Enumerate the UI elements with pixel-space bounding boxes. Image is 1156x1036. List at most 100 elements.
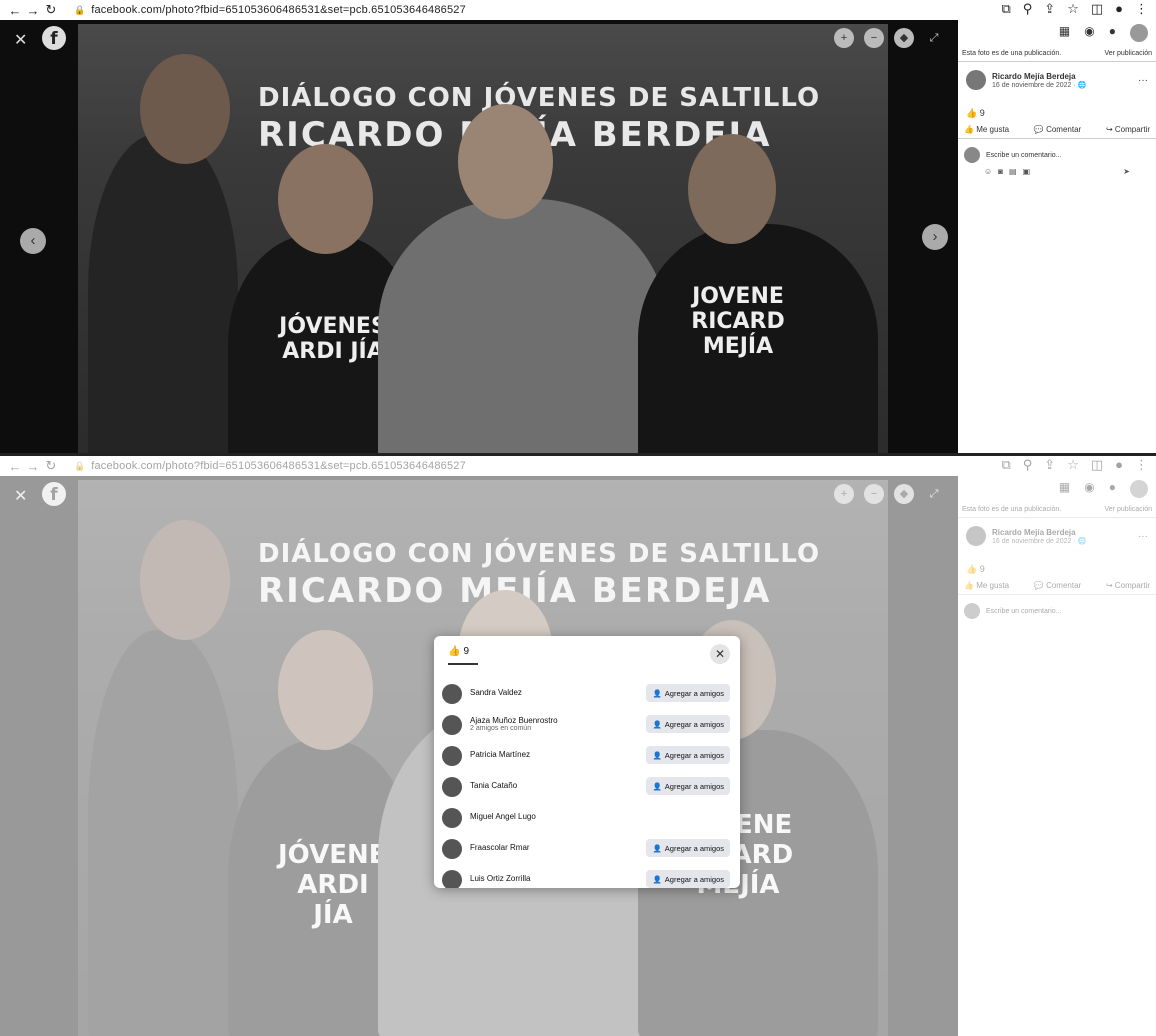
user-avatar[interactable] (442, 714, 462, 735)
menu-dots-icon[interactable]: ⋮ (1135, 457, 1148, 473)
add-friend-button[interactable]: 👤 Agregar a amigos (646, 839, 730, 857)
user-name[interactable]: Ajaza Muñoz Buenrostro (470, 716, 558, 725)
zoom-icon[interactable]: ⚲ (1023, 1, 1033, 17)
comment-button[interactable]: 💬 Comentar (1034, 125, 1081, 134)
apps-grid-icon[interactable]: ▦ (1059, 24, 1070, 42)
zoom-out-icon[interactable]: − (864, 484, 884, 504)
emoji-icon[interactable]: ☺ (984, 167, 992, 176)
user-avatar[interactable] (442, 807, 462, 828)
reaction-count: 9 (979, 564, 985, 574)
facebook-logo-icon[interactable]: f (42, 482, 66, 506)
post-date[interactable]: 16 de noviembre de 2022 · (992, 82, 1078, 89)
tag-icon[interactable]: ◆ (894, 28, 914, 48)
user-name[interactable]: Tania Cataño (470, 781, 517, 790)
comment-input[interactable]: Escribe un comentario... (986, 152, 1061, 159)
user-avatar[interactable] (442, 683, 462, 704)
notifications-icon[interactable]: ● (1109, 24, 1116, 42)
gif-icon[interactable]: ▤ (1009, 167, 1017, 176)
forward-arrow-icon[interactable]: → (24, 459, 42, 474)
author-avatar[interactable] (966, 526, 986, 546)
send-icon[interactable]: ➤ (1123, 167, 1130, 176)
comment-input[interactable]: Escribe un comentario... (986, 608, 1061, 615)
previous-photo-button[interactable]: ‹ (20, 228, 46, 254)
apps-grid-icon[interactable]: ▦ (1059, 480, 1070, 498)
user-avatar[interactable] (442, 838, 462, 859)
close-dialog-button[interactable]: ✕ (710, 644, 730, 664)
forward-arrow-icon[interactable]: → (24, 3, 42, 18)
facebook-logo-icon[interactable]: f (42, 26, 66, 50)
comment-button[interactable]: 💬 Comentar (1034, 581, 1081, 590)
user-name[interactable]: Miguel Angel Lugo (470, 812, 536, 821)
add-friend-button[interactable]: 👤 Agregar a amigos (646, 870, 730, 888)
account-avatar[interactable] (1130, 24, 1148, 42)
share-button[interactable]: ↪ Compartir (1106, 125, 1150, 134)
author-name[interactable]: Ricardo Mejía Berdeja (992, 528, 1086, 537)
profile-icon[interactable]: ● (1115, 457, 1123, 473)
side-panel-icon[interactable]: ◫ (1091, 1, 1103, 17)
share-button[interactable]: ↪ Compartir (1106, 581, 1150, 590)
user-name[interactable]: Sandra Valdez (470, 688, 522, 697)
bookmark-star-icon[interactable]: ☆ (1067, 457, 1079, 473)
view-post-link[interactable]: Ver publicación (1105, 506, 1152, 513)
comment-icon: 💬 (1033, 125, 1044, 134)
install-icon[interactable]: ⧉ (1001, 457, 1010, 473)
side-panel-icon[interactable]: ◫ (1091, 457, 1103, 473)
banner-line-1: DIÁLOGO CON JÓVENES DE SALTILLO (258, 83, 821, 113)
close-icon[interactable]: ✕ (14, 486, 27, 506)
zoom-icon[interactable]: ⚲ (1023, 457, 1033, 473)
add-friend-button[interactable]: 👤 Agregar a amigos (646, 684, 730, 702)
share-icon[interactable]: ⇪ (1044, 457, 1055, 473)
zoom-in-icon[interactable]: + (834, 28, 854, 48)
add-friend-button[interactable]: 👤 Agregar a amigos (646, 777, 730, 795)
tag-icon[interactable]: ◆ (894, 484, 914, 504)
reload-icon[interactable]: ↻ (42, 458, 60, 474)
back-arrow-icon[interactable]: ← (6, 3, 24, 18)
add-friend-button[interactable]: 👤 Agregar a amigos (646, 746, 730, 764)
messenger-icon[interactable]: ◉ (1084, 24, 1094, 42)
post-date[interactable]: 16 de noviembre de 2022 · (992, 538, 1078, 545)
reaction-summary[interactable]: 👍 9 (958, 554, 1156, 577)
zoom-out-icon[interactable]: − (864, 28, 884, 48)
menu-dots-icon[interactable]: ⋮ (1135, 1, 1148, 17)
user-name[interactable]: Fraascolar Rmar (470, 843, 530, 852)
back-arrow-icon[interactable]: ← (6, 459, 24, 474)
author-avatar[interactable] (966, 70, 986, 90)
install-icon[interactable]: ⧉ (1001, 1, 1010, 17)
like-button[interactable]: 👍 Me gusta (964, 581, 1009, 590)
fullscreen-icon[interactable]: ⤢ (924, 28, 944, 48)
view-post-link[interactable]: Ver publicación (1105, 50, 1152, 57)
more-options-icon[interactable]: ··· (1138, 531, 1148, 542)
address-bar[interactable]: facebook.com/photo?fbid=651053606486531&… (91, 4, 466, 16)
messenger-icon[interactable]: ◉ (1084, 480, 1094, 498)
reaction-summary[interactable]: 👍 9 (958, 98, 1156, 121)
zoom-in-icon[interactable]: + (834, 484, 854, 504)
user-avatar[interactable] (442, 776, 462, 797)
person-2-head (278, 144, 373, 254)
sticker-icon[interactable]: ▣ (1023, 167, 1031, 176)
photo-viewer: DIÁLOGO CON JÓVENES DE SALTILLO RICARDO … (0, 20, 958, 454)
mutual-friends[interactable]: 2 amigos en común (470, 725, 558, 732)
author-name[interactable]: Ricardo Mejía Berdeja (992, 72, 1086, 81)
like-button[interactable]: 👍 Me gusta (964, 125, 1009, 134)
person-1-head (140, 54, 230, 164)
profile-icon[interactable]: ● (1115, 1, 1123, 17)
share-icon[interactable]: ⇪ (1044, 1, 1055, 17)
address-bar[interactable]: facebook.com/photo?fbid=651053606486531&… (91, 460, 466, 472)
notifications-icon[interactable]: ● (1109, 480, 1116, 498)
user-name[interactable]: Patricia Martínez (470, 750, 530, 759)
tab-all-reactions[interactable]: 👍 9 (448, 646, 478, 665)
add-friend-button[interactable]: 👤 Agregar a amigos (646, 715, 730, 733)
camera-icon[interactable]: ◙ (998, 167, 1003, 176)
fullscreen-icon[interactable]: ⤢ (924, 484, 944, 504)
share-arrow-icon: ↪ (1105, 125, 1113, 134)
account-avatar[interactable] (1130, 480, 1148, 498)
more-options-icon[interactable]: ··· (1138, 75, 1148, 86)
add-friend-icon: 👤 (652, 781, 662, 791)
user-name[interactable]: Luis Ortiz Zorrilla (470, 874, 530, 883)
user-avatar[interactable] (442, 869, 462, 888)
reload-icon[interactable]: ↻ (42, 2, 60, 18)
bookmark-star-icon[interactable]: ☆ (1067, 1, 1079, 17)
close-icon[interactable]: ✕ (14, 30, 27, 50)
next-photo-button[interactable]: › (922, 224, 948, 250)
user-avatar[interactable] (442, 745, 462, 766)
